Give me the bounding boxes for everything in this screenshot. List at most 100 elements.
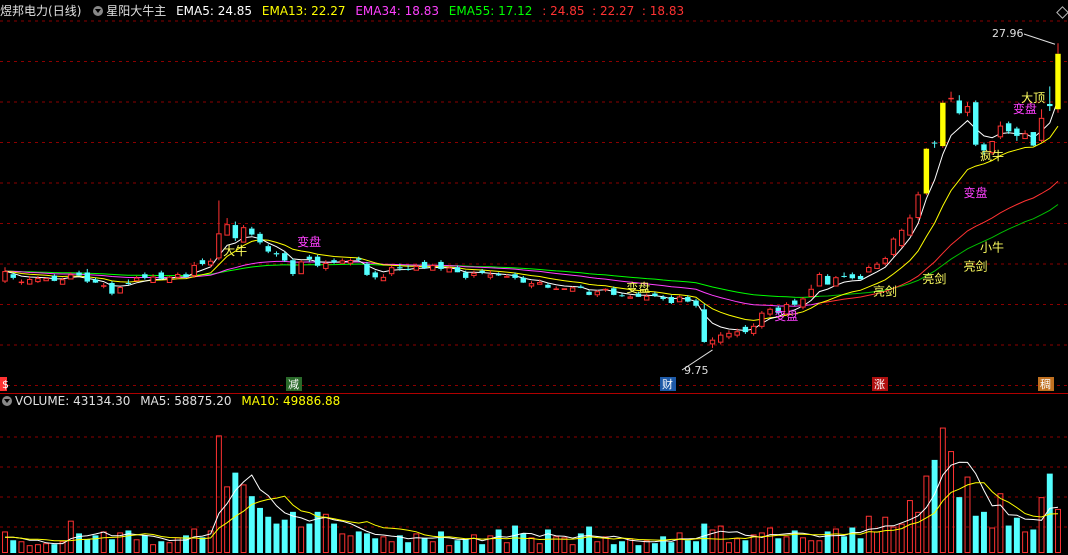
candle-down (931, 142, 938, 144)
volume-bar (100, 531, 107, 554)
volume-bar (980, 511, 987, 553)
candle-up (808, 288, 814, 298)
low-price-label: 9.75 (684, 364, 709, 377)
candle-up (964, 106, 971, 113)
volume-bar (158, 541, 165, 553)
extra-readout: : 24.85 : 22.27 : 18.83 (542, 4, 685, 18)
candle-down (306, 256, 313, 260)
candle-down (619, 295, 625, 297)
candle-down (685, 297, 691, 302)
ema5-line (4, 99, 1059, 332)
volume-bar (841, 536, 848, 553)
candle-down (454, 267, 461, 273)
volume-bar (429, 541, 436, 553)
candle-up (413, 265, 420, 271)
candle-up (726, 332, 732, 338)
signal-change: 变盘 (297, 234, 321, 249)
volume-bar (997, 493, 1004, 553)
candle-down (701, 309, 707, 342)
candle-up (1022, 133, 1028, 140)
volume-bar (413, 533, 420, 554)
badge-reduce: 减 (288, 378, 299, 391)
candle-down (92, 279, 99, 283)
volume-bar (1022, 531, 1029, 554)
candle-up (380, 276, 387, 282)
candle-up (117, 287, 123, 294)
signal-big-top: 大顶 (1021, 91, 1045, 105)
volume-bar (34, 544, 41, 553)
candle-down (660, 297, 666, 299)
signal-change: 变盘 (964, 185, 988, 200)
candle-up (890, 238, 897, 255)
candle-down (281, 253, 288, 261)
volume-bar (133, 539, 140, 554)
candle-up (602, 288, 609, 291)
candle-down (273, 253, 280, 255)
volume-bar (18, 541, 25, 553)
stock-chart-canvas[interactable]: 大牛变盘变盘变盘变盘变盘变盘亮剑亮剑亮剑小牛疯牛大顶小顶$减财涨稠 27.96 … (0, 0, 1068, 555)
candle-up (997, 125, 1004, 138)
candle-down (1005, 123, 1012, 132)
candle-down (10, 274, 16, 278)
volume-bar (725, 542, 732, 553)
badge-rise: 涨 (874, 378, 885, 391)
indicator-name[interactable]: 星阳大牛主 (106, 4, 166, 18)
candle-down (397, 267, 403, 269)
candle-down (290, 260, 296, 275)
candle-down (849, 274, 856, 279)
candle-up (528, 283, 535, 287)
volume-bar (322, 513, 329, 553)
candle-up (323, 262, 329, 269)
candle-down (668, 297, 675, 303)
volume-bar (479, 544, 486, 553)
volume-bar (372, 538, 379, 553)
candle-down (512, 274, 518, 278)
volume-bar (495, 529, 502, 553)
vol-ma5-readout: MA5: 58875.20 (140, 394, 232, 408)
signal-marks: 大牛变盘变盘变盘变盘变盘变盘亮剑亮剑亮剑小牛疯牛大顶小顶$减财涨稠 (0, 33, 1056, 391)
volume-bar (396, 535, 403, 553)
candle-down (693, 300, 699, 306)
volume-bar (915, 511, 922, 554)
volume-bar (865, 515, 872, 554)
candle-up (709, 339, 716, 345)
volume-bar (331, 523, 338, 553)
volume-bar (339, 533, 346, 554)
volume-bar (364, 533, 370, 553)
candle-up (594, 291, 601, 296)
candle-up (487, 274, 494, 278)
volume-bar (191, 528, 198, 553)
volume-bar (808, 540, 815, 554)
candle-down (857, 275, 864, 280)
dropdown-icon[interactable] (93, 5, 104, 16)
ema5-readout: EMA5: 24.85 (176, 4, 253, 18)
volume-bar (438, 531, 444, 553)
ema34-readout: EMA34: 18.83 (355, 4, 439, 18)
candle-up (734, 331, 740, 336)
candle-up (347, 259, 354, 264)
stock-name: 煜邦电力 (0, 4, 49, 18)
candle-up (537, 282, 543, 285)
volume-bar (561, 537, 568, 554)
volume-bar (150, 544, 157, 553)
candle-up (388, 267, 395, 275)
volume-bar (668, 542, 675, 553)
volume-bar (257, 507, 263, 553)
candle-down (973, 102, 979, 145)
volume-bar (10, 540, 17, 553)
candlesticks (2, 43, 1061, 348)
volume-bar (874, 531, 880, 554)
volume-bar (832, 528, 839, 553)
candle-down (76, 272, 82, 276)
candle-up (101, 285, 107, 287)
volume-bar (643, 540, 650, 554)
dropdown-icon[interactable] (2, 395, 12, 406)
candle-up (676, 296, 683, 303)
candle-up (207, 260, 214, 266)
candle-down (578, 286, 584, 288)
candle-up (430, 265, 436, 271)
volume-bar (380, 536, 387, 554)
volume-bar (775, 538, 782, 553)
volume-bar (199, 537, 206, 553)
signal-sword: 亮剑 (873, 283, 897, 298)
